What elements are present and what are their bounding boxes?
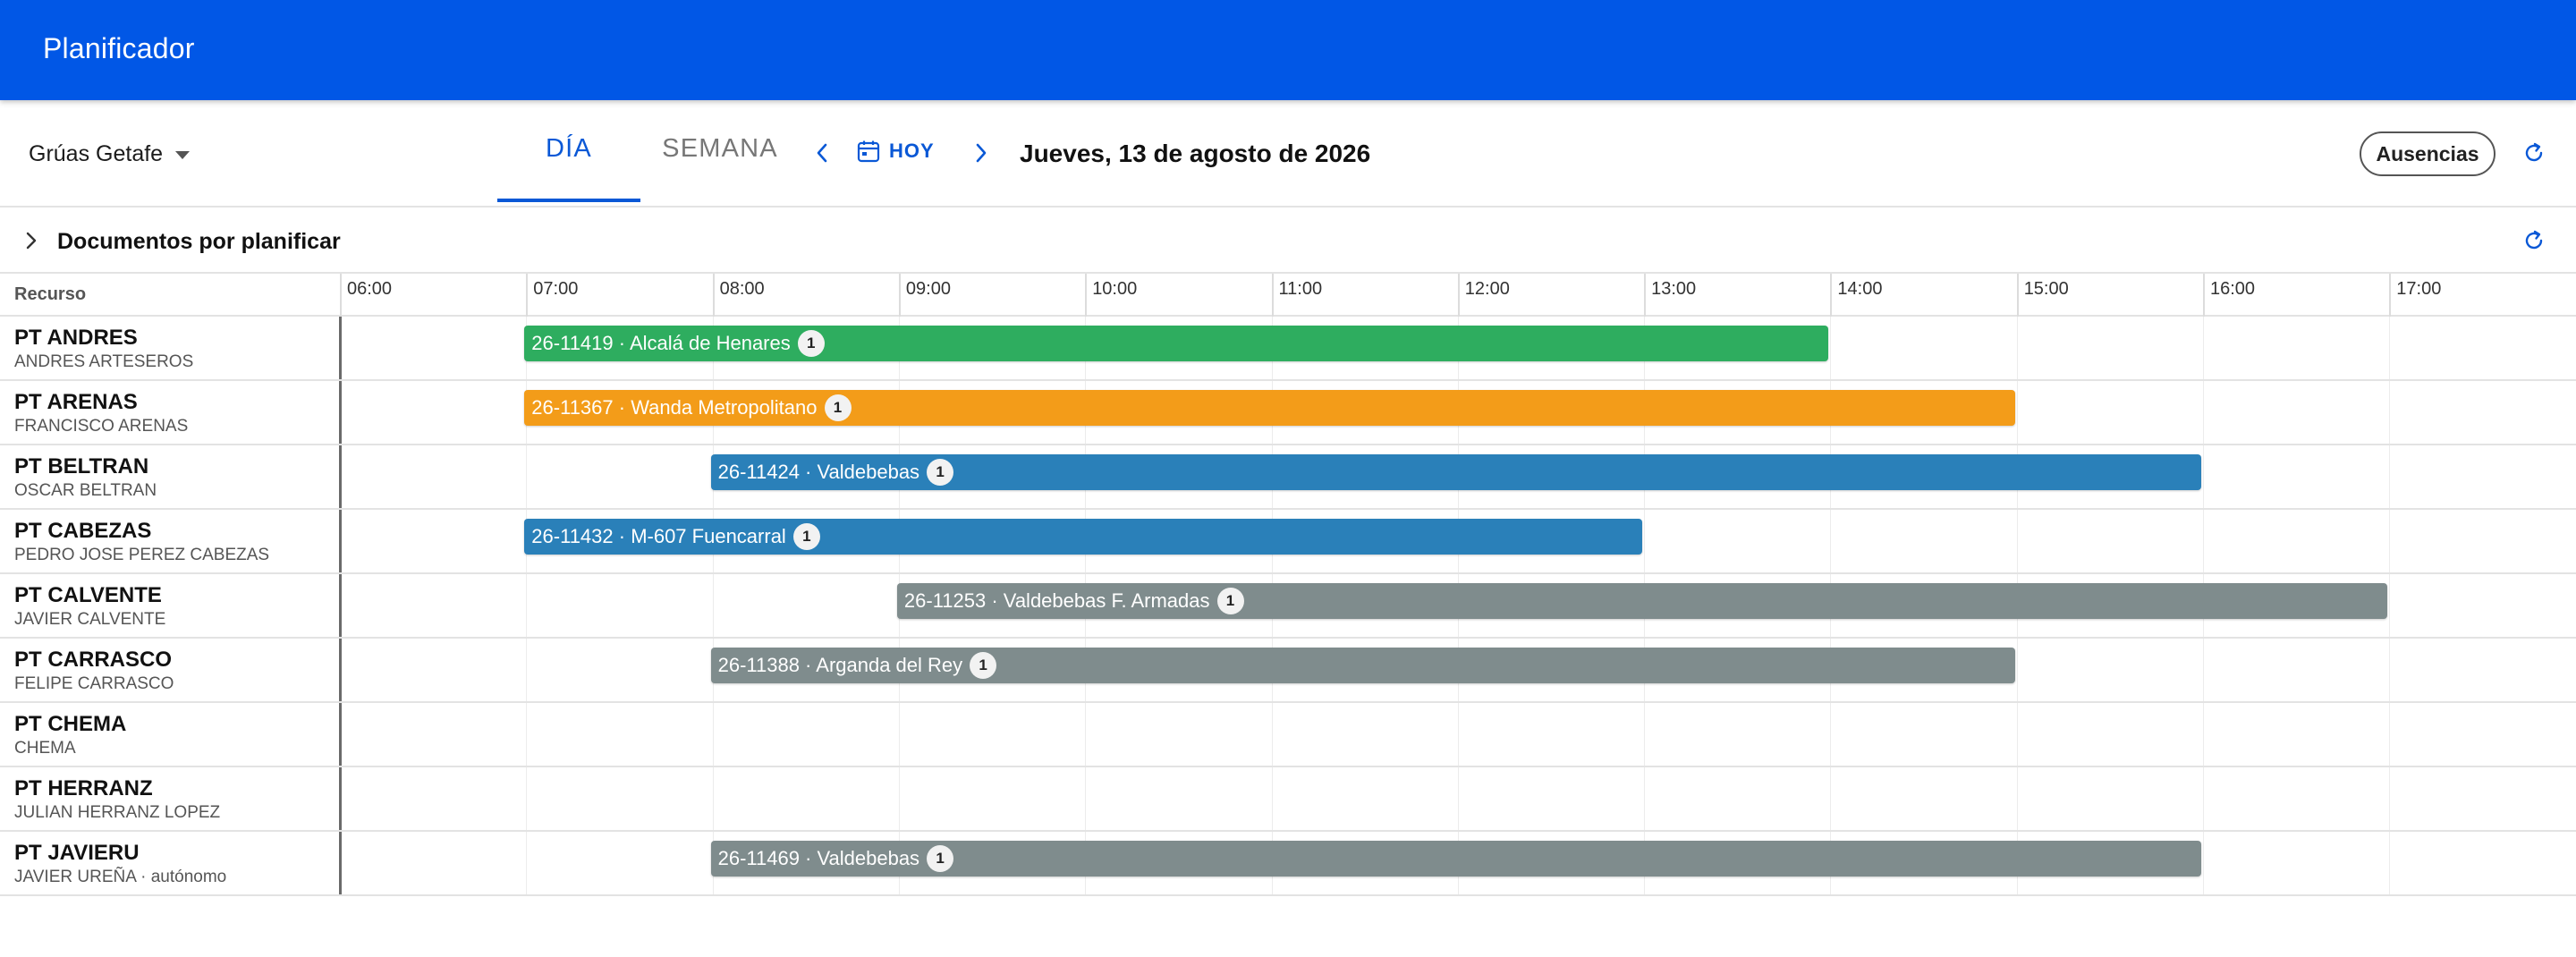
today-button[interactable]: HOY xyxy=(857,140,935,163)
app-bar: Planificador xyxy=(0,0,2576,100)
app-title: Planificador xyxy=(43,32,195,64)
resource-row: PT ANDRES ANDRES ARTESEROS 26-11419 · Alca… xyxy=(0,317,2576,381)
tab-week[interactable]: SEMANA xyxy=(646,100,794,197)
resource-operator: CHEMA xyxy=(14,739,76,758)
toolbar: Grúas Getafe DÍA SEMANA HOY Jueves, 13 d… xyxy=(0,100,2576,207)
tab-active-indicator xyxy=(497,199,640,202)
hour-label: 07:00 xyxy=(526,274,578,317)
job-label: 26-11388 · Arganda del Rey xyxy=(717,654,963,676)
tab-day[interactable]: DÍA xyxy=(497,100,640,202)
job-bar[interactable]: 26-11367 · Wanda Metropolitano 1 xyxy=(524,390,2015,426)
job-count-badge: 1 xyxy=(792,523,820,550)
resource-operator: JAVIER CALVENTE xyxy=(14,610,166,629)
calendar-icon xyxy=(857,140,880,163)
hour-label: 17:00 xyxy=(2389,274,2441,317)
timeline-header: Recurso 06:00 07:00 08:00 09:00 10:00 11:00 12… xyxy=(0,274,2576,317)
job-bar[interactable]: 26-11432 · M-607 Fuencarral 1 xyxy=(524,519,1643,555)
resource-name: PT CALVENTE xyxy=(14,583,162,607)
job-label: 26-11432 · M-607 Fuencarral xyxy=(531,525,786,547)
job-bar[interactable]: 26-11388 · Arganda del Rey 1 xyxy=(710,648,2015,683)
resource-name: PT HERRANZ xyxy=(14,776,153,800)
hour-label: 13:00 xyxy=(1644,274,1696,317)
job-bar[interactable]: 26-11253 · Valdebebas F. Armadas 1 xyxy=(896,583,2388,619)
resource-operator: FELIPE CARRASCO xyxy=(14,674,174,693)
job-count-badge: 1 xyxy=(797,330,825,357)
resource-row: PT CABEZAS PEDRO JOSE PEREZ CABEZAS 26-114… xyxy=(0,510,2576,574)
resource-row: PT CALVENTE JAVIER CALVENTE 26-11253 · Val… xyxy=(0,574,2576,639)
tab-week-label: SEMANA xyxy=(662,133,778,163)
hour-label: 08:00 xyxy=(712,274,765,317)
resource-row: PT CHEMA CHEMA xyxy=(0,703,2576,767)
absences-label: Ausencias xyxy=(2376,141,2479,165)
resource-operator: ANDRES ARTESEROS xyxy=(14,352,194,371)
job-bar[interactable]: 26-11424 · Valdebebas 1 xyxy=(710,454,2201,490)
resource-name: PT CARRASCO xyxy=(14,648,173,672)
chevron-right-icon xyxy=(26,232,37,250)
refresh-button[interactable] xyxy=(2521,140,2547,166)
job-count-badge: 1 xyxy=(970,652,997,679)
resource-row: PT JAVIERU JAVIER UREÑA · autónomo 26-1146… xyxy=(0,832,2576,896)
hour-label: 09:00 xyxy=(898,274,951,317)
job-bar[interactable]: 26-11419 · Alcalá de Henares 1 xyxy=(524,326,1829,361)
previous-day-button[interactable] xyxy=(807,138,837,168)
documents-refresh-button[interactable] xyxy=(2521,227,2547,254)
job-count-badge: 1 xyxy=(927,459,954,486)
job-count-badge: 1 xyxy=(927,845,954,872)
hour-label: 14:00 xyxy=(1830,274,1882,317)
resource-row: PT BELTRAN OSCAR BELTRAN 26-11424 · Valdeb… xyxy=(0,445,2576,510)
documents-title: Documentos por planificar xyxy=(57,229,341,254)
hour-label: 16:00 xyxy=(2203,274,2255,317)
scheduler-grid: Recurso 06:00 07:00 08:00 09:00 10:00 11:00 12… xyxy=(0,274,2576,896)
job-label: 26-11469 · Valdebebas xyxy=(717,847,920,869)
current-date: Jueves, 13 de agosto de 2026 xyxy=(1020,140,1371,167)
today-label: HOY xyxy=(889,140,935,162)
job-bar[interactable]: 26-11469 · Valdebebas 1 xyxy=(710,841,2201,877)
resource-operator: JULIAN HERRANZ LOPEZ xyxy=(14,803,221,822)
job-label: 26-11253 · Valdebebas F. Armadas xyxy=(903,589,1210,612)
absences-button[interactable]: Ausencias xyxy=(2360,131,2496,176)
resource-operator: FRANCISCO ARENAS xyxy=(14,417,189,436)
resource-name: PT CABEZAS xyxy=(14,519,152,543)
resource-name: PT CHEMA xyxy=(14,712,127,736)
next-day-button[interactable] xyxy=(966,138,996,168)
hour-label: 06:00 xyxy=(340,274,392,317)
resource-name: PT ARENAS xyxy=(14,390,138,414)
resource-group-select[interactable]: Grúas Getafe xyxy=(29,141,191,167)
job-label: 26-11367 · Wanda Metropolitano xyxy=(531,396,818,419)
resource-name: PT BELTRAN xyxy=(14,454,149,478)
resource-name: PT JAVIERU xyxy=(14,841,140,865)
resource-row: PT ARENAS FRANCISCO ARENAS 26-11367 · Wand… xyxy=(0,381,2576,445)
documents-panel: Documentos por planificar xyxy=(0,207,2576,274)
chevron-right-icon xyxy=(976,143,987,163)
tab-day-label: DÍA xyxy=(546,133,592,163)
hour-label: 11:00 xyxy=(1271,274,1322,317)
documents-expand-button[interactable] xyxy=(18,227,45,254)
refresh-icon xyxy=(2525,230,2543,250)
resource-group-label: Grúas Getafe xyxy=(29,141,164,166)
job-label: 26-11419 · Alcalá de Henares xyxy=(531,332,791,354)
resource-row: PT HERRANZ JULIAN HERRANZ LOPEZ xyxy=(0,767,2576,832)
resource-name: PT ANDRES xyxy=(14,326,138,350)
chevron-left-icon xyxy=(817,143,827,163)
hour-label: 12:00 xyxy=(1457,274,1510,317)
refresh-icon xyxy=(2525,142,2543,162)
resource-operator: PEDRO JOSE PEREZ CABEZAS xyxy=(14,546,270,564)
hour-label: 10:00 xyxy=(1085,274,1137,317)
job-count-badge: 1 xyxy=(824,394,852,421)
caret-down-icon xyxy=(175,151,191,159)
resource-column-header: Recurso xyxy=(14,284,87,304)
job-label: 26-11424 · Valdebebas xyxy=(717,461,920,483)
resource-row: PT CARRASCO FELIPE CARRASCO 26-11388 · Arg… xyxy=(0,639,2576,703)
job-count-badge: 1 xyxy=(1216,588,1244,614)
hour-label: 15:00 xyxy=(2016,274,2069,317)
resource-operator: OSCAR BELTRAN xyxy=(14,481,157,500)
resource-operator: JAVIER UREÑA · autónomo xyxy=(14,868,227,886)
